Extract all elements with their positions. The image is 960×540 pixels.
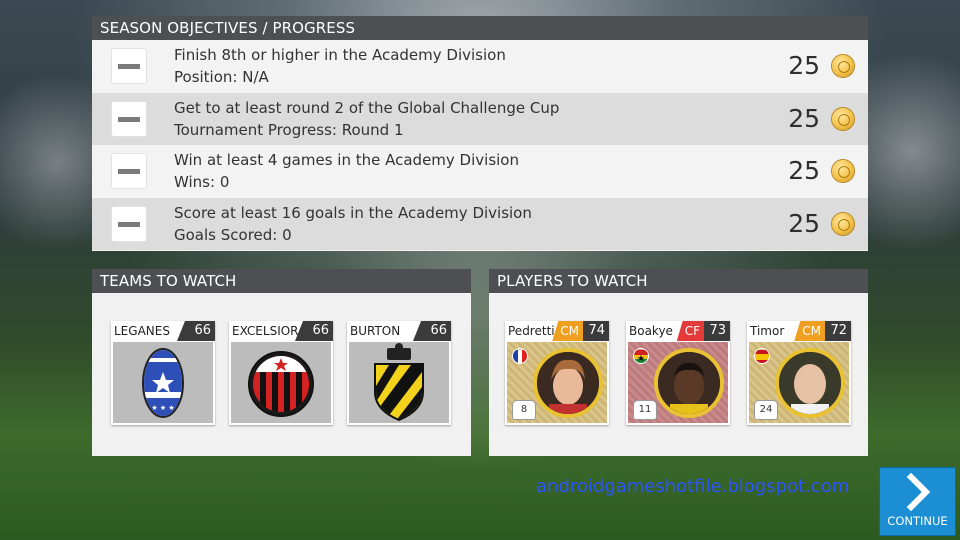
player-position: CM bbox=[794, 321, 825, 341]
team-name: BURTON bbox=[350, 324, 401, 338]
team-rating: 66 bbox=[413, 321, 451, 341]
spain-flag-icon bbox=[755, 349, 769, 363]
continue-button[interactable]: CONTINUE bbox=[880, 468, 955, 535]
player-name: Boakye bbox=[629, 324, 673, 338]
teams-header: TEAMS TO WATCH bbox=[92, 269, 471, 293]
objective-status-checkbox bbox=[112, 101, 146, 136]
team-card-leganes[interactable]: LEGANES 66 ★ ★ ★ bbox=[111, 321, 215, 425]
player-rating: 73 bbox=[704, 321, 730, 341]
dash-icon bbox=[118, 116, 140, 122]
continue-label: CONTINUE bbox=[887, 514, 948, 528]
france-flag-icon bbox=[513, 349, 527, 363]
team-badge-area bbox=[349, 342, 449, 423]
objective-reward: 25 bbox=[788, 208, 820, 238]
objective-reward: 25 bbox=[788, 103, 820, 133]
ghana-flag-icon bbox=[634, 349, 648, 363]
players-header: PLAYERS TO WATCH bbox=[489, 269, 868, 293]
player-portrait bbox=[775, 348, 845, 418]
watermark-text: androidgameshotfile.blogspot.com bbox=[536, 476, 850, 497]
player-card-boakye[interactable]: Boakye CF 73 11 bbox=[626, 321, 730, 425]
player-card-timor[interactable]: Timor CM 72 24 bbox=[747, 321, 851, 425]
player-card-body: 24 bbox=[749, 342, 849, 423]
team-name: LEGANES bbox=[114, 324, 170, 338]
objective-title: Get to at least round 2 of the Global Ch… bbox=[174, 98, 560, 117]
player-portrait bbox=[533, 348, 603, 418]
team-card-burton[interactable]: BURTON 66 bbox=[347, 321, 451, 425]
team-card-excelsior[interactable]: EXCELSIOR 66 bbox=[229, 321, 333, 425]
team-badge-area bbox=[231, 342, 331, 423]
team-rating: 66 bbox=[177, 321, 215, 341]
objective-row: Win at least 4 games in the Academy Divi… bbox=[92, 145, 868, 198]
objective-title: Finish 8th or higher in the Academy Divi… bbox=[174, 46, 506, 64]
coin-icon bbox=[832, 55, 854, 77]
team-rating: 66 bbox=[295, 321, 333, 341]
coin-icon bbox=[832, 212, 854, 235]
jersey-number: 8 bbox=[513, 401, 535, 419]
player-rating: 72 bbox=[825, 321, 851, 341]
player-card-body: 8 bbox=[507, 342, 607, 423]
objective-progress: Goals Scored: 0 bbox=[174, 225, 292, 244]
objective-title: Score at least 16 goals in the Academy D… bbox=[174, 203, 532, 222]
player-position: CF bbox=[676, 321, 704, 341]
team-badge-area: ★ ★ ★ bbox=[113, 342, 213, 423]
teams-to-watch-panel: TEAMS TO WATCH LEGANES 66 ★ ★ ★ EXCELSIO… bbox=[92, 269, 471, 456]
player-card-pedretti[interactable]: Pedretti CM 74 8 bbox=[505, 321, 609, 425]
dash-icon bbox=[118, 169, 140, 174]
objectives-header: SEASON OBJECTIVES / PROGRESS bbox=[92, 16, 868, 40]
objective-title: Win at least 4 games in the Academy Divi… bbox=[174, 151, 519, 169]
player-position: CM bbox=[552, 321, 583, 341]
coin-icon bbox=[832, 160, 854, 182]
objective-status-checkbox bbox=[112, 49, 146, 83]
jersey-number: 24 bbox=[755, 401, 777, 419]
objective-progress: Wins: 0 bbox=[174, 173, 230, 191]
jersey-number: 11 bbox=[634, 401, 656, 419]
burton-crest-icon bbox=[374, 343, 424, 422]
player-portrait bbox=[654, 348, 724, 418]
coin-icon bbox=[832, 107, 854, 130]
objective-status-checkbox bbox=[112, 206, 146, 241]
players-to-watch-panel: PLAYERS TO WATCH Pedretti CM 74 8 Boakye… bbox=[489, 269, 868, 456]
objective-row: Get to at least round 2 of the Global Ch… bbox=[92, 92, 868, 145]
player-name: Pedretti bbox=[508, 324, 555, 338]
objective-status-checkbox bbox=[112, 154, 146, 188]
svg-text:★ ★ ★: ★ ★ ★ bbox=[151, 404, 174, 412]
season-objectives-panel: SEASON OBJECTIVES / PROGRESS Finish 8th … bbox=[92, 16, 868, 251]
leganes-crest-icon: ★ ★ ★ bbox=[142, 348, 184, 418]
player-rating: 74 bbox=[583, 321, 609, 341]
chevron-right-icon bbox=[906, 473, 931, 511]
player-card-body: 11 bbox=[628, 342, 728, 423]
team-name: EXCELSIOR bbox=[232, 324, 299, 338]
objective-reward: 25 bbox=[788, 51, 820, 80]
objective-reward: 25 bbox=[788, 156, 820, 185]
objective-progress: Position: N/A bbox=[174, 68, 269, 86]
objective-progress: Tournament Progress: Round 1 bbox=[174, 120, 404, 139]
dash-icon bbox=[118, 221, 140, 227]
excelsior-crest-icon bbox=[248, 351, 314, 417]
player-name: Timor bbox=[750, 324, 785, 338]
dash-icon bbox=[118, 64, 140, 69]
objective-row: Finish 8th or higher in the Academy Divi… bbox=[92, 40, 868, 93]
objective-row: Score at least 16 goals in the Academy D… bbox=[92, 197, 868, 250]
